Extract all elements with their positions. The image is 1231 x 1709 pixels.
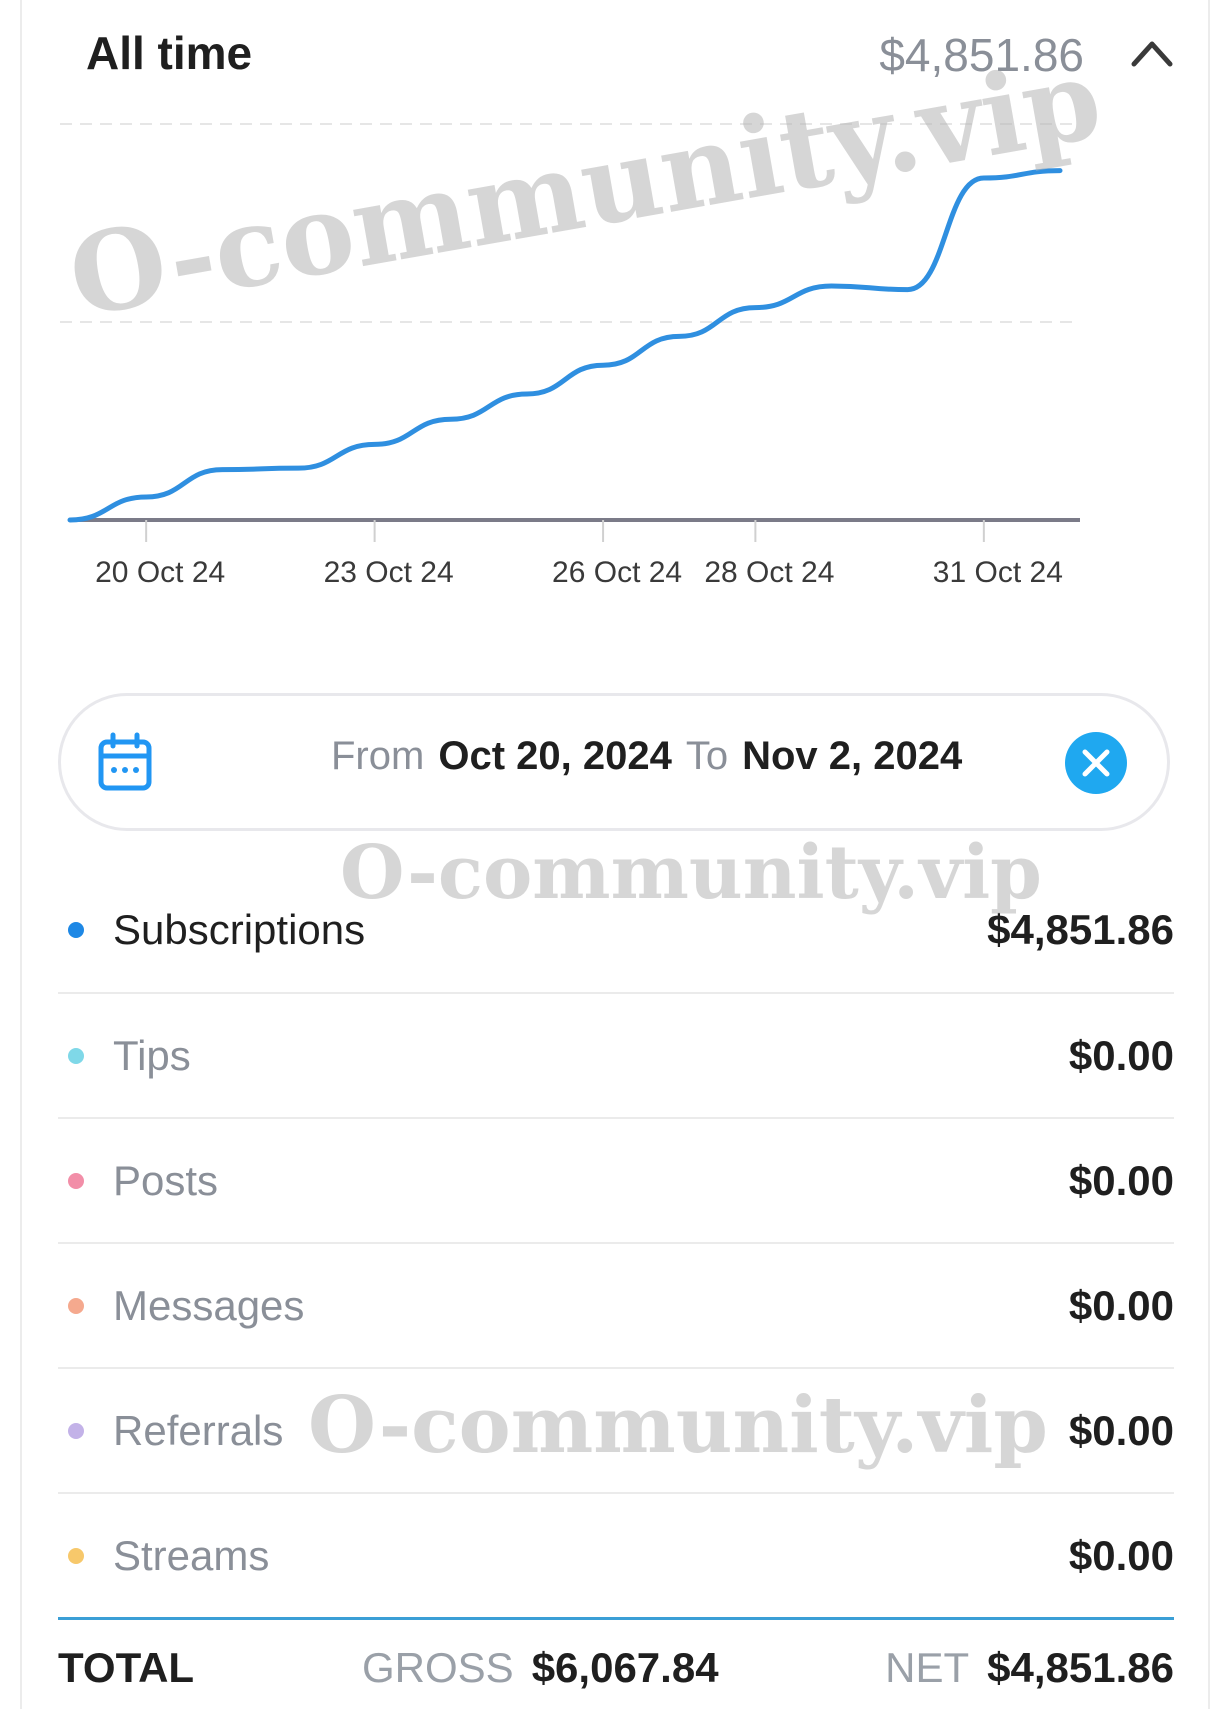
x-axis-ticks: 20 Oct 24 23 Oct 24 26 Oct 24 28 Oct 24 31 O… — [95, 520, 1063, 589]
chart-grid — [60, 123, 1080, 323]
category-value: $0.00 — [1068, 1532, 1174, 1579]
tips-dot — [68, 1048, 84, 1064]
earnings-category-list: Subscriptions $4,851.86 Tips $0.00 Posts… — [58, 868, 1174, 1620]
category-value: $0.00 — [1068, 1157, 1174, 1204]
category-label: Streams — [113, 1532, 270, 1579]
from-label: From — [331, 734, 425, 778]
date-range-picker[interactable]: From Oct 20, 2024 To Nov 2, 2024 — [58, 693, 1170, 831]
chart-series — [67, 168, 1063, 523]
list-item[interactable]: Tips $0.00 — [58, 994, 1174, 1119]
x-tick-label: 31 Oct 24 — [933, 556, 1063, 589]
earnings-header[interactable]: All time $4,851.86 — [86, 22, 1176, 82]
gross-total: GROSS $6,067.84 — [362, 1644, 719, 1692]
totals-row: TOTAL GROSS $6,067.84 NET $4,851.86 — [58, 1640, 1174, 1700]
chevron-up-icon[interactable] — [1128, 32, 1176, 72]
list-item[interactable]: Posts $0.00 — [58, 1119, 1174, 1244]
category-value: $4,851.86 — [987, 906, 1174, 953]
referrals-dot — [68, 1423, 84, 1439]
gross-value: $6,067.84 — [531, 1644, 719, 1691]
close-icon[interactable] — [1065, 732, 1127, 794]
date-range-text[interactable]: From Oct 20, 2024 To Nov 2, 2024 — [331, 734, 976, 779]
to-date[interactable]: Nov 2, 2024 — [742, 734, 962, 778]
period-title: All time — [86, 27, 253, 79]
period-total-amount: $4,851.86 — [879, 29, 1084, 81]
series-line — [67, 168, 1063, 523]
x-tick-label: 28 Oct 24 — [704, 556, 834, 589]
earnings-line-chart: 20 Oct 24 23 Oct 24 26 Oct 24 28 Oct 24 31 O… — [60, 123, 1080, 589]
to-label: To — [685, 734, 729, 778]
category-label: Subscriptions — [113, 906, 366, 953]
x-tick-label: 23 Oct 24 — [324, 556, 454, 589]
net-label: NET — [885, 1644, 970, 1691]
posts-dot — [68, 1173, 84, 1189]
category-value: $0.00 — [1068, 1407, 1174, 1454]
from-date[interactable]: Oct 20, 2024 — [438, 734, 672, 778]
list-item[interactable]: Streams $0.00 — [58, 1494, 1174, 1620]
messages-dot — [68, 1298, 84, 1314]
gross-label: GROSS — [362, 1644, 514, 1691]
list-item[interactable]: Subscriptions $4,851.86 — [58, 868, 1174, 994]
subscriptions-dot — [68, 922, 84, 938]
calendar-icon[interactable] — [97, 732, 153, 792]
category-value: $0.00 — [1068, 1282, 1174, 1329]
x-tick-label: 26 Oct 24 — [552, 556, 682, 589]
list-item[interactable]: Messages $0.00 — [58, 1244, 1174, 1369]
net-total: NET $4,851.86 — [885, 1644, 1174, 1692]
net-value: $4,851.86 — [987, 1644, 1174, 1691]
category-label: Posts — [113, 1157, 219, 1204]
total-label: TOTAL — [58, 1644, 195, 1691]
streams-dot — [68, 1548, 84, 1564]
category-value: $0.00 — [1068, 1032, 1174, 1079]
category-label: Tips — [113, 1032, 191, 1079]
category-label: Referrals — [113, 1407, 284, 1454]
x-tick-label: 20 Oct 24 — [95, 556, 225, 589]
list-item[interactable]: Referrals $0.00 — [58, 1369, 1174, 1494]
category-label: Messages — [113, 1282, 305, 1329]
